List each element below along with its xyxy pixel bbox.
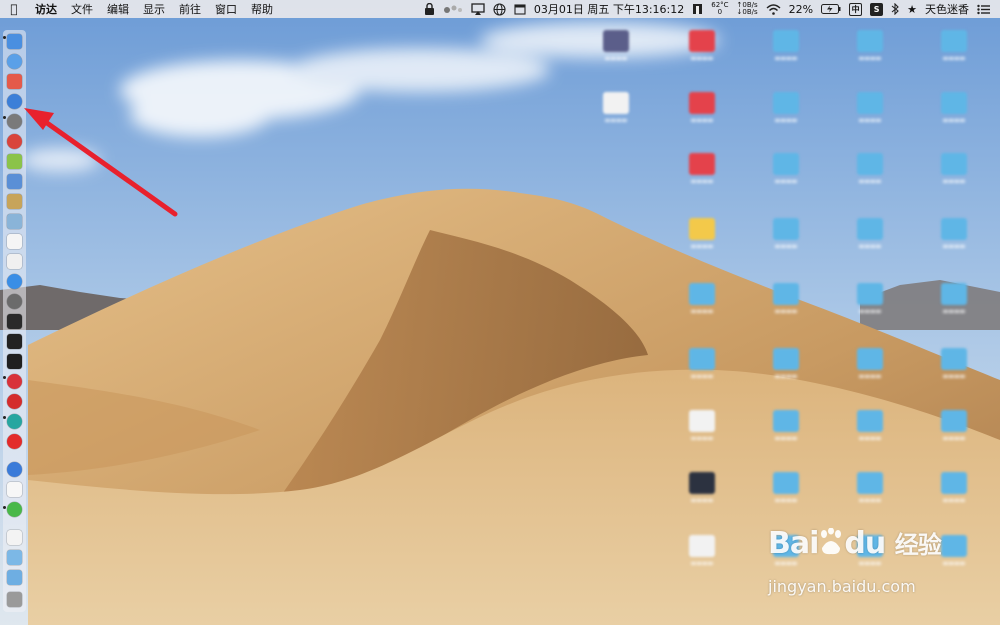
watermark-url: jingyan.baidu.com	[768, 577, 916, 596]
watermark-brand-b: du	[844, 526, 886, 561]
baidu-jingyan-watermark: Bai du 经验 jingyan.baidu.com	[768, 525, 942, 596]
paw-icon	[821, 527, 842, 555]
watermark-brand-c: 经验	[894, 531, 942, 559]
watermark-brand-a: Bai	[768, 526, 819, 561]
